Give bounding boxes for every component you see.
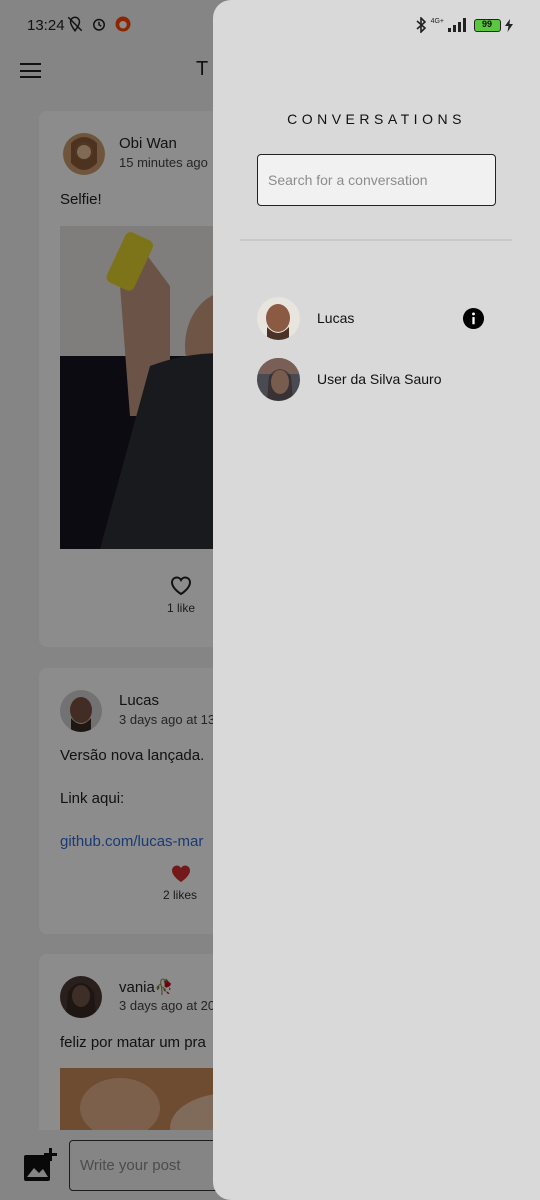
network-label: 4G+ [430, 17, 444, 25]
conversation-item[interactable]: User da Silva Sauro [257, 358, 496, 402]
battery-level: 99 [481, 18, 492, 29]
conversation-name: User da Silva Sauro [317, 371, 442, 387]
drawer-title: CONVERSATIONS [287, 111, 466, 127]
bluetooth-icon [416, 17, 426, 33]
info-icon[interactable] [462, 307, 485, 330]
divider [240, 239, 512, 241]
charging-icon [505, 18, 513, 32]
battery-icon: 99 [474, 18, 501, 32]
conversations-drawer: 4G+ 99 CONVERSATIONS Lucas User da Silva… [213, 0, 540, 1200]
conversation-item[interactable]: Lucas [257, 297, 496, 341]
avatar [257, 297, 300, 340]
avatar [257, 358, 300, 401]
status-icons: 4G+ 99 [415, 17, 513, 33]
conversation-name: Lucas [317, 310, 355, 326]
signal-icon [448, 18, 466, 32]
conversation-search-input[interactable] [257, 154, 496, 206]
